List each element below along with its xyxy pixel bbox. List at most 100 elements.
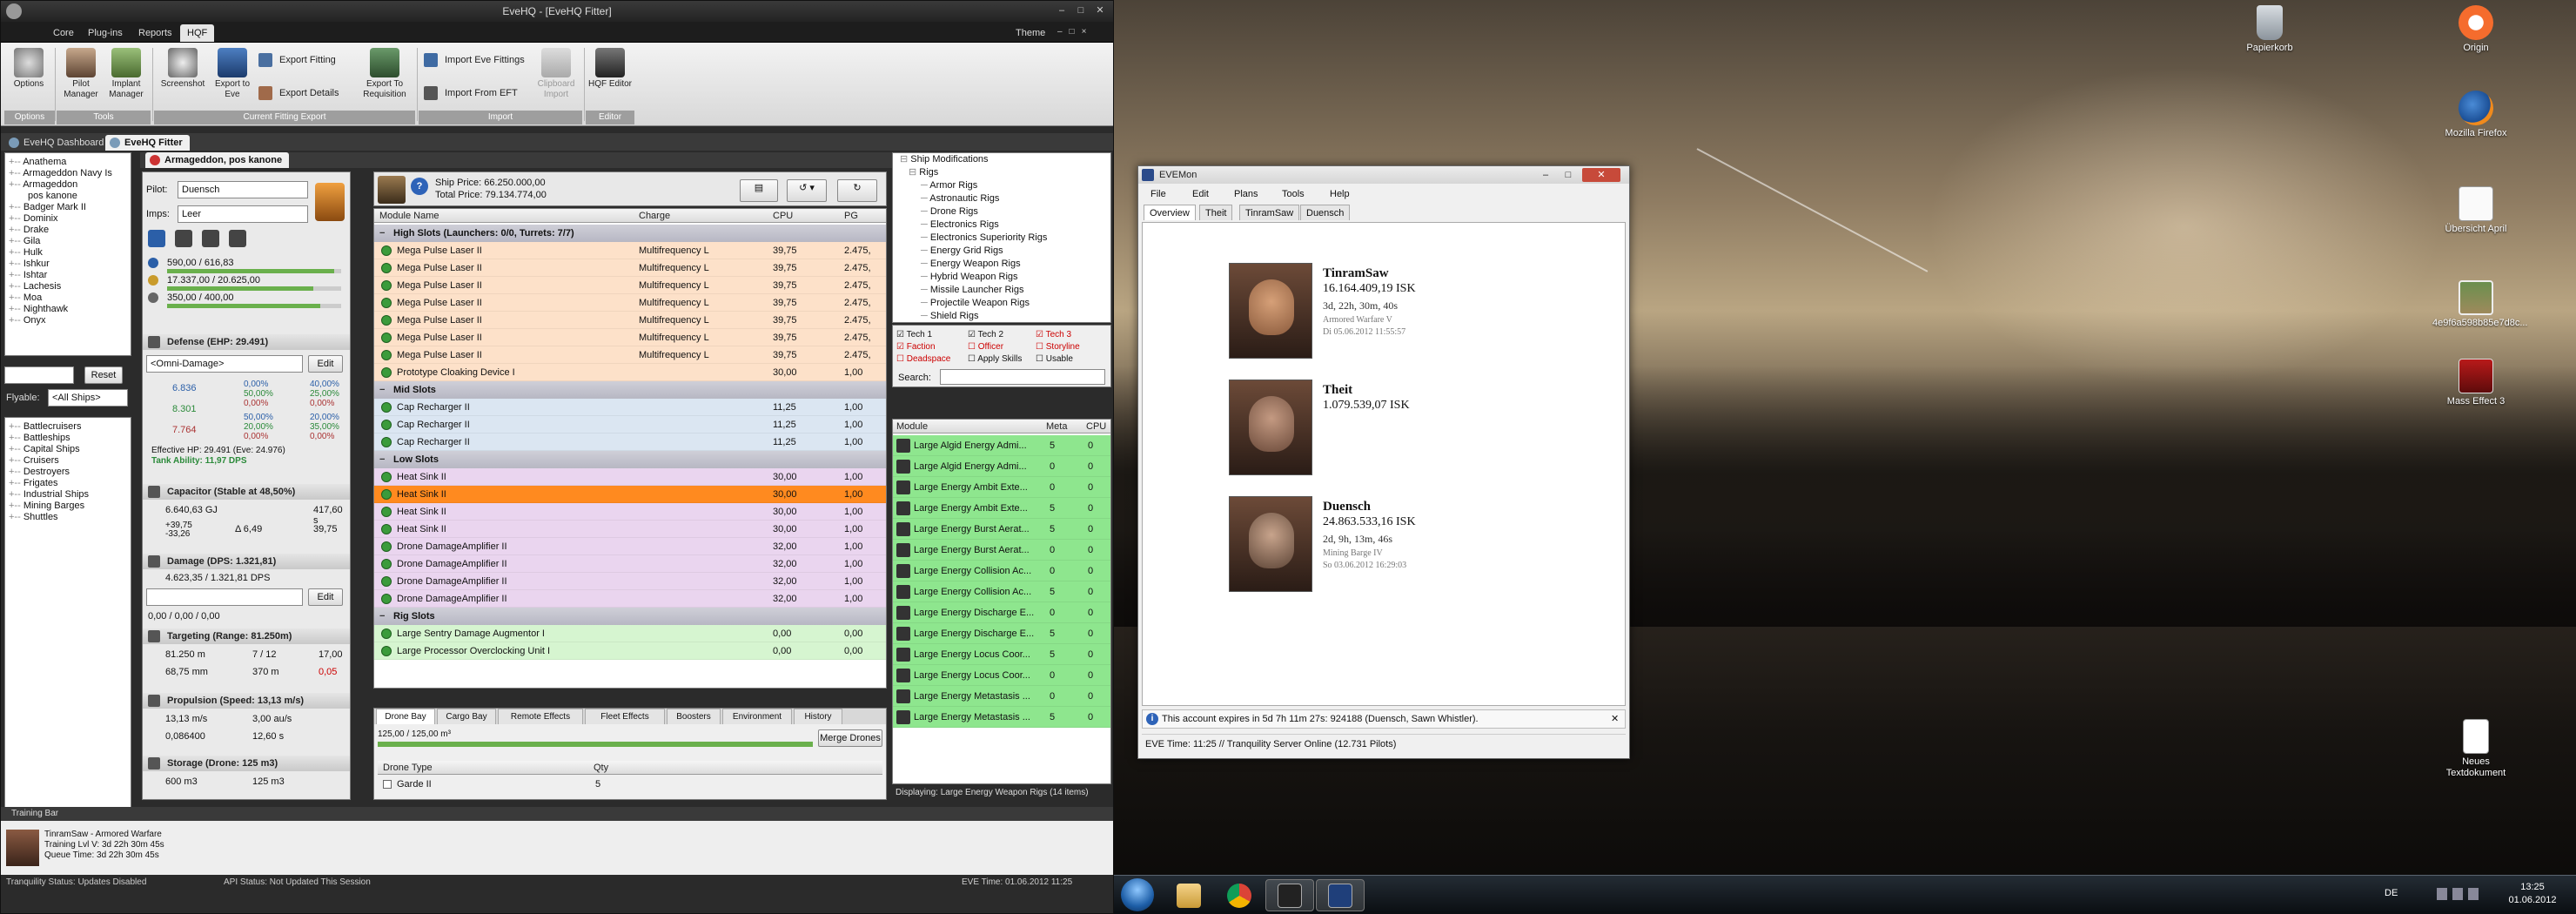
module-list-row[interactable]: Large Energy Ambit Exte... 5 0	[893, 498, 1110, 519]
module-list-row[interactable]: Large Energy Discharge E... 5 0	[893, 623, 1110, 644]
ship-tree-item[interactable]: +-- Lachesis	[9, 281, 131, 292]
help-icon[interactable]: ?	[411, 178, 428, 195]
language-indicator[interactable]: DE	[2385, 888, 2398, 898]
module-status-icon[interactable]	[381, 507, 392, 517]
market-tree-item[interactable]: ─ Electronics Rigs	[900, 218, 1110, 232]
module-row[interactable]: Mega Pulse Laser II Multifrequency L 39,75…	[374, 242, 886, 259]
market-tree-item[interactable]: ⊟ Ship Modifications	[900, 153, 1110, 166]
bay-tab[interactable]: Remote Effects	[498, 709, 583, 724]
ship-tree-item[interactable]: +-- Nighthawk	[9, 304, 131, 315]
implant-manager-button[interactable]: Implant Manager	[104, 48, 149, 100]
defense-header[interactable]: Defense (EHP: 29.491)	[143, 334, 350, 350]
start-button[interactable]	[1121, 878, 1154, 911]
slot-section-header[interactable]: − Rig Slots	[374, 608, 886, 625]
module-status-icon[interactable]	[381, 437, 392, 447]
module-row[interactable]: Large Processor Overclocking Unit I 0,00 0…	[374, 642, 886, 660]
market-tree-item[interactable]: ─ Shield Rigs	[900, 310, 1110, 323]
module-list-row[interactable]: Large Energy Collision Ac... 5 0	[893, 581, 1110, 602]
options-button[interactable]: Options	[6, 48, 51, 90]
module-list-row[interactable]: Large Energy Burst Aerat... 0 0	[893, 540, 1110, 561]
character-portrait[interactable]	[1229, 496, 1312, 592]
pilot-select[interactable]: Duensch	[178, 181, 308, 198]
module-row[interactable]: Drone DamageAmplifier II 32,00 1,00	[374, 555, 886, 573]
edit-damage-button[interactable]: Edit	[308, 588, 343, 606]
module-list-row[interactable]: Large Algid Energy Admi... 0 0	[893, 456, 1110, 477]
ship-tree-item[interactable]: +-- Armageddon	[9, 179, 131, 191]
damage-profile-select[interactable]: <Omni-Damage>	[146, 355, 303, 373]
market-tree-item[interactable]: ─ Electronics Superiority Rigs	[900, 232, 1110, 245]
module-list-row[interactable]: Large Energy Locus Coor... 5 0	[893, 644, 1110, 665]
slot-section-header[interactable]: − High Slots (Launchers: 0/0, Turrets: 7/…	[374, 225, 886, 242]
undo-button[interactable]: ↺ ▾	[787, 179, 827, 202]
damage-select[interactable]	[146, 588, 303, 606]
bay-tab[interactable]: Boosters	[667, 709, 721, 724]
export-to-eve-button[interactable]: Export to Eve	[210, 48, 255, 100]
desktop-icon-uebersicht-april[interactable]: Übersicht April	[2432, 186, 2519, 235]
desktop-icon-text-document[interactable]: Neues Textdokument	[2432, 719, 2519, 779]
taskbar-evehq-icon[interactable]	[1265, 879, 1314, 911]
module-list-row[interactable]: Large Energy Burst Aerat... 5 0	[893, 519, 1110, 540]
module-row[interactable]: Mega Pulse Laser II Multifrequency L 39,75…	[374, 346, 886, 364]
module-row[interactable]: Prototype Cloaking Device I 30,00 1,00	[374, 364, 886, 381]
module-row[interactable]: Mega Pulse Laser II Multifrequency L 39,75…	[374, 312, 886, 329]
filter-checkbox[interactable]: ☑ Tech 3	[1036, 329, 1071, 341]
module-list-row[interactable]: Large Energy Metastasis ... 5 0	[893, 707, 1110, 728]
ship-group-item[interactable]: +-- Cruisers	[9, 455, 131, 467]
ship-tree-item[interactable]: +-- Ishtar	[9, 270, 131, 281]
screenshot-button[interactable]: Screenshot	[156, 48, 210, 90]
theme-menu[interactable]: Theme	[1009, 24, 1052, 42]
evemon-tab[interactable]: Duensch	[1300, 205, 1351, 220]
module-row[interactable]: Mega Pulse Laser II Multifrequency L 39,75…	[374, 259, 886, 277]
module-list-row[interactable]: Large Energy Discharge E... 0 0	[893, 602, 1110, 623]
module-row[interactable]: Large Sentry Damage Augmentor I 0,00 0,00	[374, 625, 886, 642]
tool-icon[interactable]	[175, 230, 193, 247]
collapse-icon[interactable]: −	[379, 225, 385, 242]
module-status-icon[interactable]	[381, 472, 392, 482]
module-row[interactable]: Cap Recharger II 11,25 1,00	[374, 433, 886, 451]
market-tree-item[interactable]: ─ Astronautic Rigs	[900, 192, 1110, 205]
ship-group-item[interactable]: +-- Mining Barges	[9, 501, 131, 512]
tab-hqf[interactable]: HQF	[180, 24, 215, 42]
desktop-icon-origin[interactable]: Origin	[2432, 5, 2519, 54]
module-status-icon[interactable]	[381, 489, 392, 500]
market-tree-item[interactable]: ─ Hybrid Weapon Rigs	[900, 271, 1110, 284]
ship-tree-item[interactable]: +-- Ishkur	[9, 259, 131, 270]
flyable-select[interactable]: <All Ships>	[48, 389, 128, 407]
market-tree-item[interactable]: ─ Energy Weapon Rigs	[900, 258, 1110, 271]
targeting-header[interactable]: Targeting (Range: 81.250m)	[143, 628, 350, 644]
damage-header[interactable]: Damage (DPS: 1.321,81)	[143, 554, 350, 569]
module-row[interactable]: Heat Sink II 30,00 1,00	[374, 468, 886, 486]
clock[interactable]: 13:25 01.06.2012	[2498, 881, 2567, 907]
export-details-button[interactable]: Export Details	[257, 84, 352, 102]
market-tree-item[interactable]: ─ Armor Rigs	[900, 179, 1110, 192]
tab-fit-armageddon[interactable]: Armageddon, pos kanone	[145, 152, 290, 168]
ship-group-item[interactable]: +-- Industrial Ships	[9, 489, 131, 501]
clipboard-import-button[interactable]: Clipboard Import	[533, 48, 579, 100]
drone-icon[interactable]	[202, 230, 220, 247]
drone-row[interactable]: Garde II 5	[378, 776, 882, 792]
ship-icon[interactable]	[315, 183, 345, 221]
character-portrait[interactable]	[1229, 380, 1312, 475]
character-card[interactable]: Theit 1.079.539,07 ISK	[1229, 380, 1594, 475]
module-list-row[interactable]: Large Energy Locus Coor... 0 0	[893, 665, 1110, 686]
ship-tree-item[interactable]: +-- Onyx	[9, 315, 131, 326]
filter-checkbox[interactable]: ☐ Apply Skills	[968, 353, 1022, 366]
collapse-icon[interactable]: −	[379, 608, 385, 625]
collapse-icon[interactable]: −	[379, 451, 385, 468]
minimize-button[interactable]: –	[1054, 3, 1070, 17]
bay-tab[interactable]: Cargo Bay	[437, 709, 496, 724]
ship-search-input[interactable]	[4, 366, 74, 384]
bay-tab[interactable]: Drone Bay	[376, 709, 435, 724]
desktop-icon-recycle-bin[interactable]: Papierkorb	[2226, 5, 2313, 54]
module-row[interactable]: Drone DamageAmplifier II 32,00 1,00	[374, 538, 886, 555]
module-row[interactable]: Cap Recharger II 11,25 1,00	[374, 399, 886, 416]
pilot-manager-button[interactable]: Pilot Manager	[58, 48, 104, 100]
slot-section-header[interactable]: − Mid Slots	[374, 381, 886, 399]
module-status-icon[interactable]	[381, 367, 392, 378]
filter-checkbox[interactable]: ☐ Storyline	[1036, 341, 1080, 353]
market-tree-item[interactable]: ─ Drone Rigs	[900, 205, 1110, 218]
capacitor-header[interactable]: Capacitor (Stable at 48,50%)	[143, 484, 350, 500]
module-status-icon[interactable]	[381, 420, 392, 430]
character-card[interactable]: TinramSaw 16.164.409,19 ISK 3d, 22h, 30m, …	[1229, 263, 1594, 359]
tab-plugins[interactable]: Plug-ins	[81, 24, 130, 42]
